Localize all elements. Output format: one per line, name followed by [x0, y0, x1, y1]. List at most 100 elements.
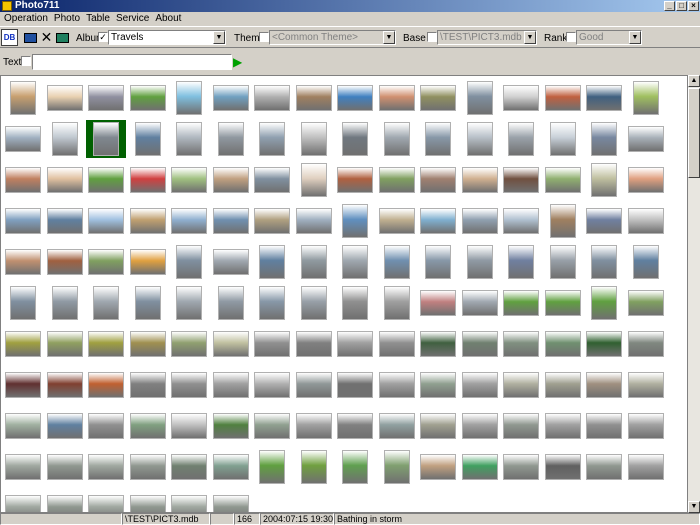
photo-thumbnail[interactable] [252, 120, 292, 158]
photo-thumbnail[interactable] [45, 325, 85, 363]
album-select[interactable]: Travels ▼ [108, 30, 226, 45]
photo-thumbnail[interactable] [211, 448, 251, 486]
photo-thumbnail[interactable] [294, 407, 334, 445]
photo-thumbnail[interactable] [294, 202, 334, 240]
photo-thumbnail[interactable] [3, 79, 43, 117]
photo-thumbnail[interactable] [543, 366, 583, 404]
photo-thumbnail[interactable] [501, 325, 541, 363]
photo-thumbnail[interactable] [128, 489, 168, 512]
photo-thumbnail[interactable] [377, 284, 417, 322]
photo-thumbnail[interactable] [584, 284, 624, 322]
photo-thumbnail[interactable] [584, 202, 624, 240]
thumbnail-gallery[interactable] [0, 75, 688, 513]
photo-thumbnail[interactable] [418, 366, 458, 404]
photo-thumbnail[interactable] [252, 366, 292, 404]
photo-thumbnail[interactable] [211, 120, 251, 158]
photo-thumbnail[interactable] [377, 407, 417, 445]
photo-thumbnail[interactable] [584, 325, 624, 363]
photo-thumbnail[interactable] [3, 448, 43, 486]
photo-thumbnail[interactable] [460, 448, 500, 486]
photo-thumbnail[interactable] [626, 407, 666, 445]
photo-thumbnail[interactable] [3, 120, 43, 158]
photo-thumbnail[interactable] [86, 284, 126, 322]
photo-thumbnail[interactable] [211, 79, 251, 117]
photo-thumbnail[interactable] [3, 243, 43, 281]
photo-thumbnail[interactable] [626, 284, 666, 322]
photo-thumbnail[interactable] [252, 448, 292, 486]
photo-thumbnail[interactable] [543, 120, 583, 158]
rank-select[interactable]: Good ▼ [576, 30, 642, 45]
photo-thumbnail[interactable] [501, 243, 541, 281]
database-button[interactable]: DB [1, 29, 18, 46]
photo-thumbnail[interactable] [543, 243, 583, 281]
theme-checkbox[interactable] [259, 32, 269, 42]
photo-thumbnail[interactable] [460, 407, 500, 445]
photo-thumbnail[interactable] [3, 489, 43, 512]
photo-thumbnail[interactable] [294, 79, 334, 117]
photo-thumbnail[interactable] [211, 202, 251, 240]
vertical-scrollbar[interactable]: ▲ ▼ [688, 75, 700, 513]
photo-thumbnail[interactable] [45, 161, 85, 199]
photo-thumbnail[interactable] [335, 120, 375, 158]
photo-thumbnail[interactable] [335, 366, 375, 404]
photo-thumbnail[interactable] [45, 202, 85, 240]
delete-button[interactable]: ✕ [38, 29, 55, 46]
photo-thumbnail[interactable] [543, 284, 583, 322]
photo-thumbnail[interactable] [418, 448, 458, 486]
photo-thumbnail[interactable] [543, 161, 583, 199]
photo-thumbnail[interactable] [169, 448, 209, 486]
photo-thumbnail[interactable] [128, 120, 168, 158]
photo-thumbnail[interactable] [418, 243, 458, 281]
photo-thumbnail[interactable] [128, 407, 168, 445]
photo-thumbnail[interactable] [335, 448, 375, 486]
photo-thumbnail[interactable] [86, 161, 126, 199]
photo-thumbnail[interactable] [294, 243, 334, 281]
photo-thumbnail[interactable] [169, 202, 209, 240]
photo-thumbnail[interactable] [501, 366, 541, 404]
photo-thumbnail[interactable] [584, 366, 624, 404]
photo-thumbnail[interactable] [86, 79, 126, 117]
maximize-button[interactable]: □ [676, 1, 687, 11]
photo-thumbnail[interactable] [584, 161, 624, 199]
photo-thumbnail[interactable] [294, 325, 334, 363]
photo-thumbnail[interactable] [211, 284, 251, 322]
scroll-up-button[interactable]: ▲ [688, 75, 700, 87]
photo-thumbnail[interactable] [86, 407, 126, 445]
photo-thumbnail[interactable] [377, 161, 417, 199]
photo-thumbnail[interactable] [45, 120, 85, 158]
close-button[interactable]: × [688, 1, 699, 11]
photo-thumbnail[interactable] [211, 366, 251, 404]
photo-thumbnail[interactable] [294, 161, 334, 199]
theme-select[interactable]: <Common Theme> ▼ [269, 30, 396, 45]
photo-thumbnail[interactable] [3, 202, 43, 240]
photo-thumbnail[interactable] [460, 202, 500, 240]
photo-thumbnail[interactable] [377, 448, 417, 486]
photo-thumbnail[interactable] [294, 284, 334, 322]
photo-thumbnail[interactable] [460, 161, 500, 199]
go-button[interactable]: ▶ [233, 55, 244, 69]
photo-thumbnail[interactable] [418, 161, 458, 199]
photo-thumbnail[interactable] [501, 161, 541, 199]
photo-thumbnail[interactable] [211, 325, 251, 363]
photo-thumbnail[interactable] [335, 325, 375, 363]
photo-thumbnail[interactable] [128, 202, 168, 240]
photo-thumbnail[interactable] [501, 79, 541, 117]
photo-thumbnail[interactable] [169, 284, 209, 322]
photo-thumbnail[interactable] [543, 202, 583, 240]
photo-thumbnail[interactable] [252, 407, 292, 445]
photo-thumbnail[interactable] [128, 366, 168, 404]
photo-thumbnail[interactable] [252, 325, 292, 363]
scroll-down-button[interactable]: ▼ [688, 501, 700, 513]
photo-thumbnail[interactable] [3, 366, 43, 404]
scrollbar-thumb[interactable] [688, 88, 700, 178]
photo-thumbnail[interactable] [86, 448, 126, 486]
photo-thumbnail[interactable] [252, 161, 292, 199]
photo-thumbnail[interactable] [128, 448, 168, 486]
photo-thumbnail[interactable] [169, 366, 209, 404]
photo-thumbnail[interactable] [3, 407, 43, 445]
photo-thumbnail[interactable] [584, 243, 624, 281]
photo-thumbnail[interactable] [418, 407, 458, 445]
photo-thumbnail[interactable] [211, 407, 251, 445]
photo-thumbnail[interactable] [45, 284, 85, 322]
photo-thumbnail[interactable] [169, 120, 209, 158]
